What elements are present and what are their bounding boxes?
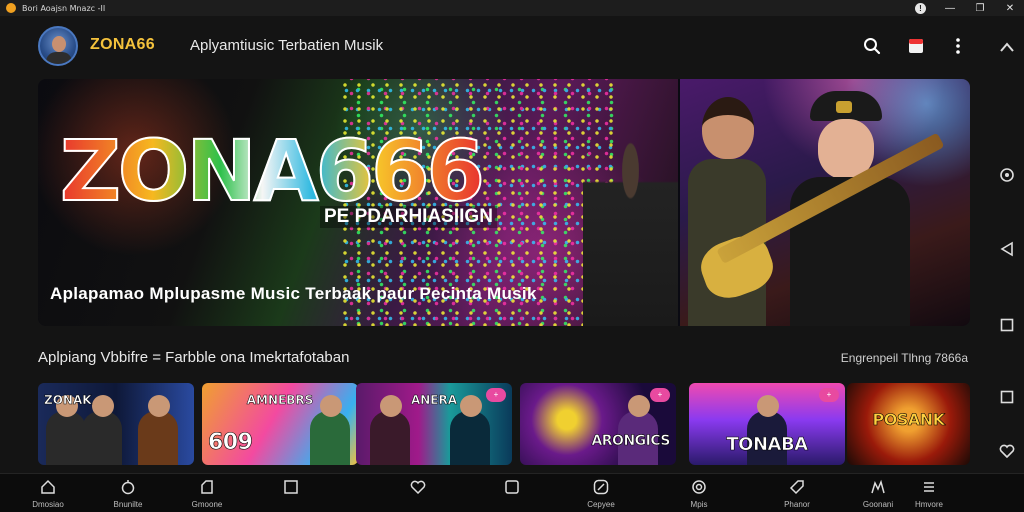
card-label: ZONAK — [44, 393, 92, 408]
nav-label: Gmoone — [191, 500, 223, 509]
app-header: ZONA66 Aplyamtiusic Terbatien Musik — [0, 16, 990, 74]
square-icon — [282, 478, 300, 496]
nav-item-promo[interactable]: Phanor — [765, 478, 829, 512]
window-controls: ! — ❐ ✕ — [915, 0, 1016, 16]
card-6[interactable]: POSANK — [847, 383, 970, 465]
bookmark-icon[interactable] — [906, 36, 926, 56]
chevron-up-icon[interactable] — [998, 38, 1016, 56]
bag-icon — [198, 478, 216, 496]
card-4[interactable]: + ARONGICS — [520, 383, 676, 465]
maximize-icon[interactable]: ❐ — [974, 2, 986, 14]
nav-item-square-2[interactable] — [480, 478, 544, 512]
compass-icon — [592, 478, 610, 496]
square-icon[interactable] — [998, 388, 1016, 406]
nav-item-explore[interactable]: Cepyee — [569, 478, 633, 512]
nav-item-square[interactable] — [259, 478, 323, 512]
header-subtitle: Aplyamtiusic Terbatien Musik — [190, 37, 384, 54]
brand-name[interactable]: ZONA66 — [90, 36, 155, 54]
card-badge: + — [650, 388, 670, 402]
nav-label: Cepyee — [587, 500, 615, 509]
ring-icon — [690, 478, 708, 496]
heart-icon — [409, 478, 427, 496]
close-icon[interactable]: ✕ — [1004, 2, 1016, 14]
bottom-nav: Dmosiao Bnunilte Gmoone Cepyee Mpis Phan… — [0, 473, 1024, 512]
hero-tagline: Aplapamao Mplupasme Music Terbaak paur P… — [50, 284, 537, 303]
nav-label: Phanor — [784, 500, 810, 509]
title-bar: Bori Aoajsn Mnazc -II ! — ❐ ✕ — [0, 0, 1024, 16]
card-row: ZONAK AMNEBRS 609 ANERA + + ARONGICS + T… — [38, 383, 970, 465]
right-rail — [994, 34, 1020, 464]
tag-icon — [788, 478, 806, 496]
nav-item-favorites[interactable] — [386, 478, 450, 512]
nav-item-games[interactable]: Gmoone — [175, 478, 239, 512]
card-badge: + — [819, 388, 839, 402]
window-title: Bori Aoajsn Mnazc -II — [22, 3, 106, 13]
card-label: 609 — [208, 430, 254, 456]
singer-figure — [583, 119, 678, 326]
card-label: ARONGICS — [591, 433, 671, 450]
nav-label: Bnunilte — [113, 500, 143, 509]
avatar[interactable] — [38, 26, 78, 66]
minimize-icon[interactable]: — — [944, 2, 956, 14]
hero-photo — [680, 79, 970, 326]
card-5[interactable]: + TONABA — [689, 383, 845, 465]
info-icon[interactable]: ! — [915, 2, 926, 14]
card-label: POSANK — [872, 410, 945, 430]
chart-icon — [869, 478, 887, 496]
card-badge: + — [486, 388, 506, 402]
section-link[interactable]: Engrenpeil Tlhng 7866a — [841, 351, 968, 365]
back-icon[interactable] — [998, 240, 1016, 258]
nav-item-music[interactable]: Mpis — [667, 478, 731, 512]
home-icon — [39, 478, 57, 496]
nav-item-more[interactable]: Hmvore — [897, 478, 961, 512]
hero-badge: PE PDARHIASIIGN — [320, 206, 497, 228]
nav-label: Goonani — [862, 500, 894, 509]
app-icon — [6, 3, 16, 13]
search-icon[interactable] — [862, 36, 882, 56]
card-2[interactable]: AMNEBRS 609 — [202, 383, 358, 465]
hero-logo: ZONA666 — [59, 122, 486, 220]
more-vert-icon[interactable] — [948, 36, 968, 56]
nav-item-home[interactable]: Dmosiao — [16, 478, 80, 512]
card-label: TONABA — [726, 434, 808, 456]
card-3[interactable]: ANERA + — [356, 383, 512, 465]
section-title: Aplpiang Vbbifre = Farbble ona Imekrtafo… — [38, 349, 350, 366]
cog-icon[interactable] — [998, 166, 1016, 184]
card-1[interactable]: ZONAK — [38, 383, 194, 465]
square-icon[interactable] — [998, 316, 1016, 334]
heart-icon[interactable] — [998, 442, 1016, 460]
square-icon — [503, 478, 521, 496]
nav-label: Dmosiao — [32, 500, 64, 509]
nav-label: Hmvore — [914, 500, 943, 509]
bell-icon — [119, 478, 137, 496]
list-icon — [920, 478, 938, 496]
nav-item-notifications[interactable]: Bnunilte — [96, 478, 160, 512]
hero-banner[interactable]: ZONA666 PE PDARHIASIIGN Aplapamao Mplupa… — [38, 79, 970, 326]
nav-label: Mpis — [690, 500, 708, 509]
